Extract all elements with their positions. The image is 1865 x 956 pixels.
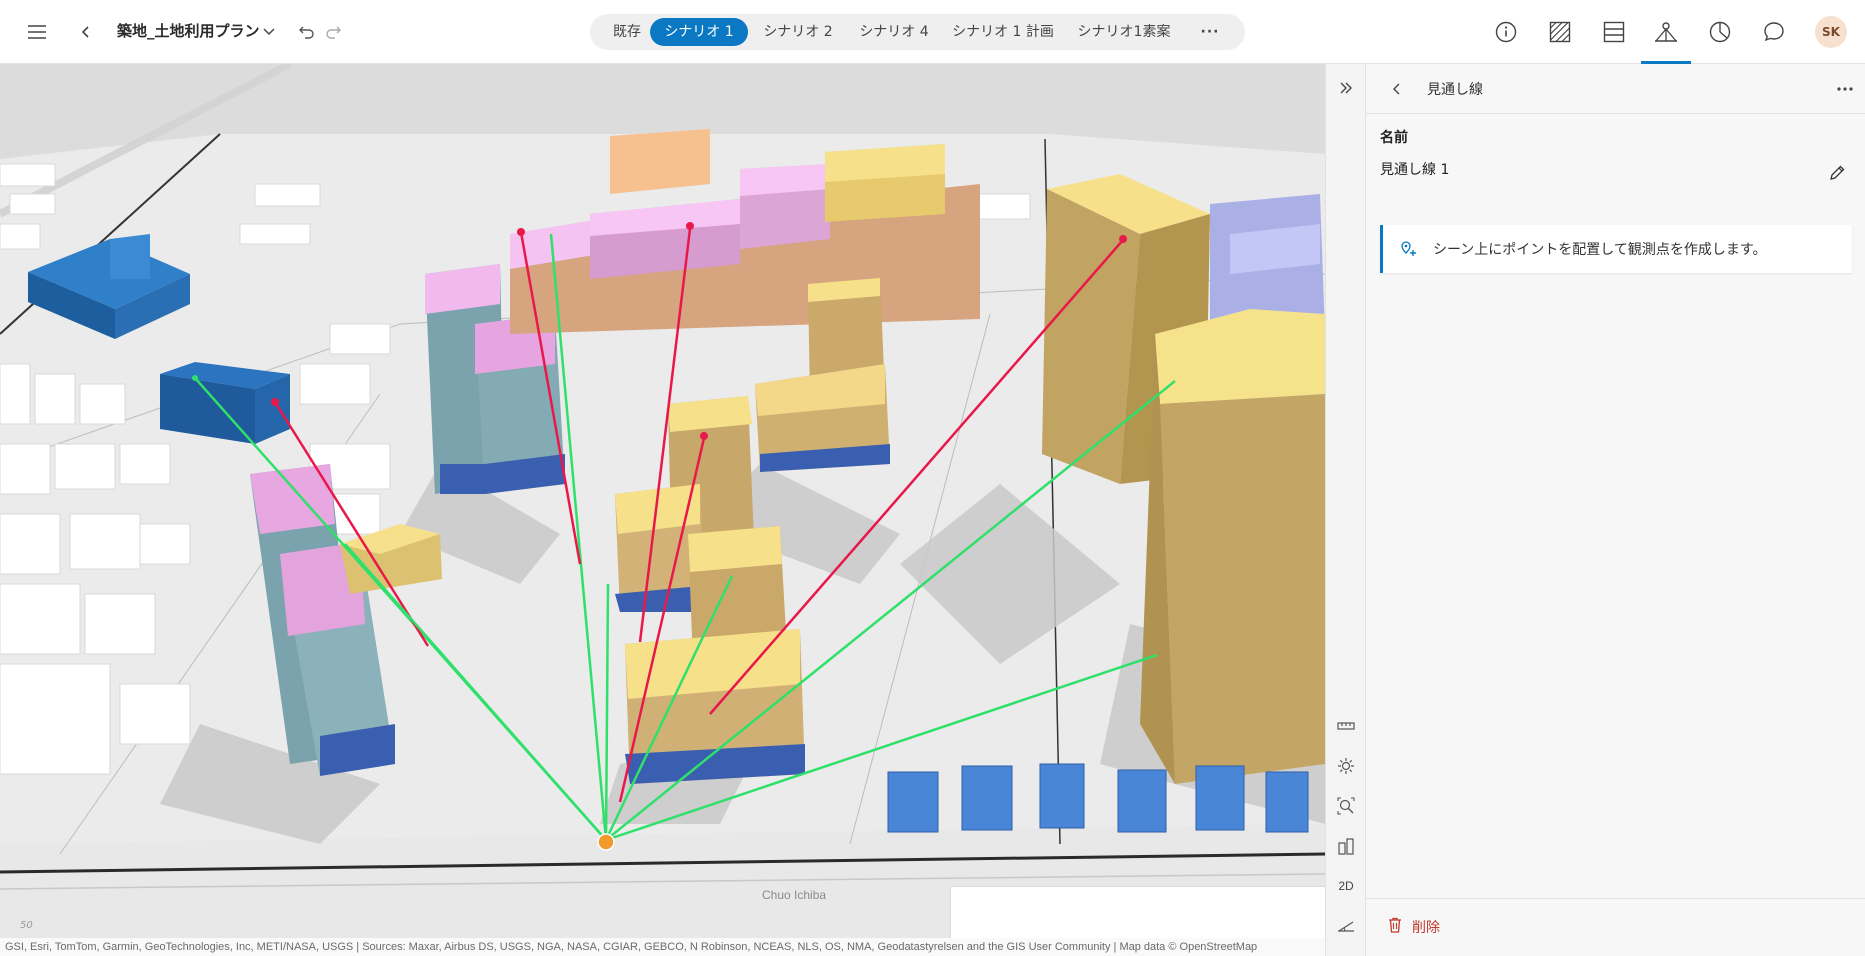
- measure-icon[interactable]: [1326, 710, 1366, 742]
- tab-existing[interactable]: 既存: [598, 18, 656, 46]
- tower-yellow-right-front: [1140, 309, 1325, 784]
- delete-label: 削除: [1412, 920, 1440, 936]
- daylight-icon[interactable]: [1326, 750, 1366, 782]
- tab-scenario-1-plan[interactable]: シナリオ 1 計画: [944, 18, 1062, 46]
- hatch-icon[interactable]: [1542, 14, 1578, 50]
- panel-header: 見通し線: [1366, 64, 1865, 114]
- back-icon[interactable]: [76, 20, 96, 44]
- layers-icon[interactable]: [1596, 14, 1632, 50]
- blue-building-small: [160, 362, 290, 444]
- panel-back-icon[interactable]: [1388, 79, 1406, 99]
- scene-canvas[interactable]: [0, 64, 1325, 956]
- chart-icon[interactable]: [1702, 14, 1738, 50]
- instruction-text: シーン上にポイントを配置して観測点を作成します。: [1433, 242, 1767, 258]
- scene-view[interactable]: Chuo Ichiba 50 GSI, Esri, TomTom, Garmin…: [0, 64, 1325, 956]
- panel-more-icon[interactable]: [1832, 79, 1858, 99]
- app-title: 築地_土地利用プラン: [117, 22, 260, 40]
- tab-scenario-1-draft[interactable]: シナリオ1素案: [1066, 18, 1182, 46]
- tab-scenario-1[interactable]: シナリオ 1: [650, 18, 748, 46]
- panel-title: 見通し線: [1427, 82, 1483, 98]
- comment-icon[interactable]: [1756, 14, 1792, 50]
- street-label: Chuo Ichiba: [762, 888, 827, 902]
- slope-icon[interactable]: [1326, 910, 1366, 942]
- map-overlay-box: [950, 886, 1325, 938]
- observer-point[interactable]: [597, 833, 615, 851]
- hamburger-menu-icon[interactable]: [22, 20, 52, 44]
- building-explorer-icon[interactable]: [1326, 830, 1366, 862]
- toggle-2d-button[interactable]: 2D: [1326, 870, 1366, 902]
- name-label: 名前: [1380, 130, 1408, 146]
- undo-icon[interactable]: [296, 20, 318, 44]
- tab-scenario-4[interactable]: シナリオ 4: [848, 18, 940, 46]
- scale-label: 50: [20, 920, 33, 931]
- chevron-down-icon[interactable]: [260, 22, 278, 42]
- top-bar: 築地_土地利用プラン 既存 シナリオ 1 シナリオ 2 シナリオ 4 シナリオ …: [0, 0, 1865, 64]
- user-avatar[interactable]: SK: [1815, 16, 1847, 48]
- tab-scenario-2[interactable]: シナリオ 2: [752, 18, 844, 46]
- collapse-panel-icon[interactable]: [1326, 72, 1366, 104]
- trash-icon: [1388, 917, 1402, 937]
- view-tools: 2D: [1325, 64, 1365, 956]
- delete-button[interactable]: 削除: [1388, 917, 1440, 937]
- map-attribution: GSI, Esri, TomTom, Garmin, GeoTechnologi…: [0, 938, 1325, 956]
- name-value: 見通し線 1: [1380, 162, 1450, 178]
- scenario-tabs: 既存 シナリオ 1 シナリオ 2 シナリオ 4 シナリオ 1 計画 シナリオ1素…: [590, 14, 1245, 50]
- add-point-icon: [1399, 239, 1419, 259]
- redo-icon[interactable]: [322, 20, 344, 44]
- more-tabs-button[interactable]: ···: [1188, 18, 1232, 46]
- info-icon[interactable]: [1488, 14, 1524, 50]
- edit-name-icon[interactable]: [1826, 162, 1848, 184]
- line-of-sight-panel: 見通し線 名前 見通し線 1 シーン上にポイントを配置して観測点を作成します。 …: [1365, 64, 1865, 956]
- zoom-to-icon[interactable]: [1326, 790, 1366, 822]
- line-of-sight-icon[interactable]: [1648, 14, 1684, 50]
- instruction-notice: シーン上にポイントを配置して観測点を作成します。: [1380, 225, 1852, 273]
- panel-footer: 削除: [1366, 898, 1865, 956]
